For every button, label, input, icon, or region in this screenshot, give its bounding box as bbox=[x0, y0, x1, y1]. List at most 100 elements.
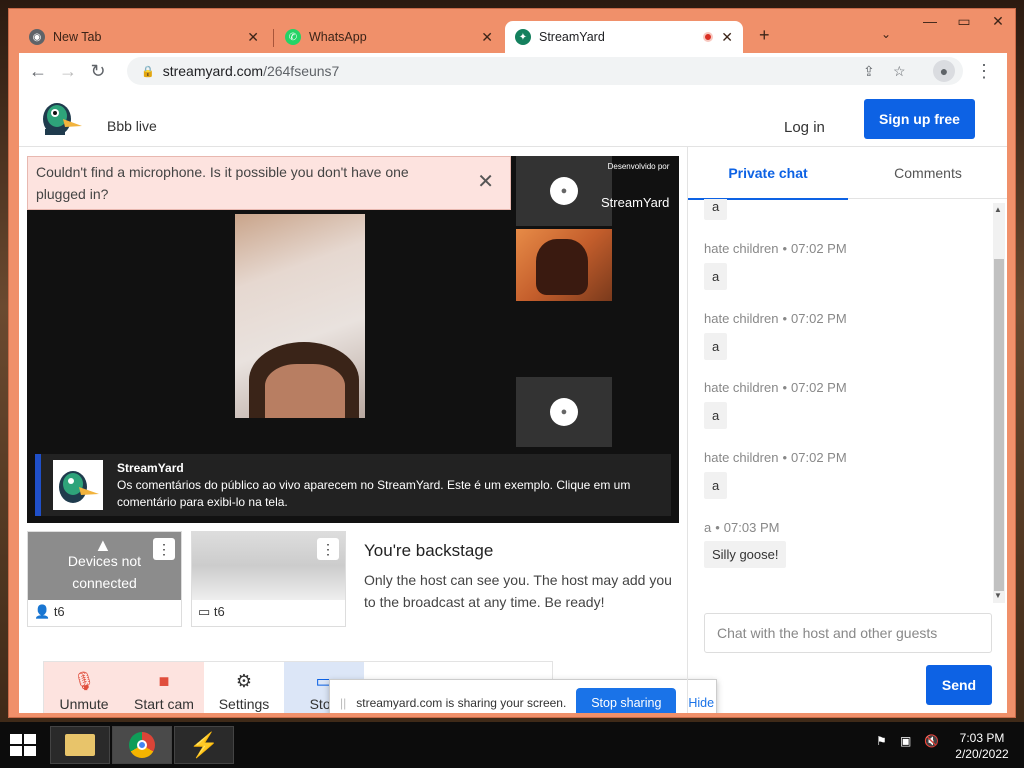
volume-muted-icon[interactable]: 🔇 bbox=[924, 734, 939, 748]
taskbar: ⚡ ⚑ ▣ 🔇 7:03 PM 2/20/2022 bbox=[0, 722, 1024, 768]
gear-icon: ⚙ bbox=[235, 670, 253, 691]
streamyard-logo bbox=[43, 103, 82, 135]
bull-video bbox=[516, 229, 612, 301]
chat-scrollbar[interactable]: ▲ ▼ bbox=[993, 203, 1005, 603]
brand-name: StreamYard bbox=[601, 195, 670, 210]
chat-meta: hate children • 07:02 PM bbox=[704, 450, 847, 465]
stop-sharing-button[interactable]: Stop sharing bbox=[576, 688, 677, 713]
chat-meta: hate children • 07:02 PM bbox=[704, 380, 847, 395]
signup-button[interactable]: Sign up free bbox=[864, 99, 975, 139]
close-tab-icon[interactable]: ✕ bbox=[247, 29, 259, 46]
streamyard-logo bbox=[53, 460, 103, 510]
new-tab-button[interactable]: + bbox=[759, 25, 770, 46]
chat-bubble: a bbox=[704, 263, 728, 290]
clock-time: 7:03 PM bbox=[959, 731, 1005, 745]
browser-window: ◉ New Tab ✕ ✆ WhatsApp ✕ ✦ StreamYard ✕ … bbox=[8, 8, 1016, 718]
chat-bubble: Silly goose! bbox=[704, 541, 787, 568]
back-icon[interactable]: ← bbox=[23, 61, 53, 82]
network-icon[interactable]: ▣ bbox=[900, 734, 911, 748]
screen-share-card[interactable]: ⋮ ▭ t6 bbox=[191, 531, 346, 627]
camera-off-icon: ■ bbox=[158, 670, 170, 691]
chat-input[interactable]: Chat with the host and other guests bbox=[704, 613, 992, 653]
powered-by-brand: Desenvolvido por StreamYard bbox=[601, 162, 669, 210]
tab-comments[interactable]: Comments bbox=[848, 165, 1007, 181]
tab-title: WhatsApp bbox=[309, 30, 367, 44]
chat-panel: Private chat Comments a hate children • 07… bbox=[687, 147, 1007, 713]
chat-meta: hate children • 07:02 PM bbox=[704, 311, 847, 326]
backstage-title: You're backstage bbox=[364, 541, 494, 560]
maximize-button[interactable]: ▭ bbox=[947, 13, 981, 30]
error-message: Couldn't find a microphone. Is it possib… bbox=[36, 164, 409, 202]
chat-bubble: a bbox=[704, 333, 728, 360]
tab-whatsapp[interactable]: ✆ WhatsApp ✕ bbox=[275, 21, 503, 53]
tab-private-chat[interactable]: Private chat bbox=[688, 165, 848, 200]
chat-bubble: a bbox=[704, 472, 728, 499]
tab-strip: ◉ New Tab ✕ ✆ WhatsApp ✕ ✦ StreamYard ✕ … bbox=[9, 9, 1017, 55]
avatar-icon: ● bbox=[550, 398, 578, 426]
tab-title: New Tab bbox=[53, 30, 102, 44]
person-icon: 👤 bbox=[34, 604, 51, 619]
url-path: /264fseuns7 bbox=[263, 63, 340, 79]
reload-icon[interactable]: ↻ bbox=[83, 61, 113, 82]
monitor-icon: ▭ bbox=[198, 604, 211, 619]
close-tab-icon[interactable]: ✕ bbox=[481, 29, 493, 46]
settings-button[interactable]: ⚙ Settings bbox=[204, 662, 284, 713]
chrome-taskbar-icon[interactable] bbox=[112, 726, 172, 764]
share-icon[interactable]: ⇪ bbox=[863, 63, 875, 80]
flag-icon[interactable]: ⚑ bbox=[876, 734, 887, 748]
chat-meta: hate children • 07:02 PM bbox=[704, 241, 847, 256]
participant-card[interactable]: ▲ Devices not connected ⋮ 👤 t6 bbox=[27, 531, 182, 627]
tab-search-icon[interactable]: ⌄ bbox=[881, 27, 891, 41]
profile-icon[interactable]: ● bbox=[933, 60, 955, 82]
bookmark-star-icon[interactable]: ☆ bbox=[893, 63, 906, 80]
scroll-up-icon[interactable]: ▲ bbox=[994, 205, 1002, 214]
start-cam-button[interactable]: ■ Start cam bbox=[124, 662, 204, 713]
screen-share-bar: || streamyard.com is sharing your screen… bbox=[329, 679, 717, 713]
mic-error-alert: Couldn't find a microphone. Is it possib… bbox=[27, 156, 511, 210]
participant-name: ▭ t6 bbox=[198, 604, 225, 619]
streamyard-duck-icon: ✦ bbox=[515, 29, 531, 45]
share-message: streamyard.com is sharing your screen. bbox=[356, 696, 567, 710]
broadcast-stage: ● ● Desenvolvido por StreamYard StreamYa… bbox=[27, 156, 679, 523]
file-explorer-icon[interactable] bbox=[50, 726, 110, 764]
app-lightning-icon[interactable]: ⚡ bbox=[174, 726, 234, 764]
clock[interactable]: 7:03 PM 2/20/2022 bbox=[948, 730, 1016, 762]
banner-title: StreamYard bbox=[117, 461, 184, 475]
mic-off-icon: 🎙 bbox=[72, 670, 96, 691]
clock-date: 2/20/2022 bbox=[955, 747, 1009, 761]
participant-menu-icon[interactable]: ⋮ bbox=[317, 538, 339, 560]
minimize-button[interactable]: — bbox=[913, 13, 947, 29]
close-tab-icon[interactable]: ✕ bbox=[721, 29, 733, 46]
send-button[interactable]: Send bbox=[926, 665, 992, 705]
browser-toolbar: ← → ↻ 🔒 streamyard.com/264fseuns7 ⇪ ☆ ● … bbox=[19, 53, 1007, 89]
participant-menu-icon[interactable]: ⋮ bbox=[153, 538, 175, 560]
menu-kebab-icon[interactable]: ⋮ bbox=[969, 61, 999, 82]
empty-slot: ● bbox=[516, 377, 612, 447]
scroll-down-icon[interactable]: ▼ bbox=[994, 591, 1002, 600]
windows-start-icon[interactable] bbox=[10, 734, 38, 758]
tab-separator bbox=[273, 29, 274, 47]
chat-bubble: a bbox=[704, 199, 728, 220]
comment-banner[interactable]: StreamYard Os comentários do público ao … bbox=[35, 454, 671, 516]
participant-name: 👤 t6 bbox=[34, 604, 65, 619]
brand-small-text: Desenvolvido por bbox=[607, 162, 670, 171]
banner-text: Os comentários do público ao vivo aparec… bbox=[117, 478, 631, 509]
close-icon[interactable]: ✕ bbox=[477, 171, 494, 193]
close-window-button[interactable]: ✕ bbox=[981, 13, 1015, 30]
unmute-button[interactable]: 🎙 Unmute bbox=[44, 662, 124, 713]
tab-new-tab[interactable]: ◉ New Tab ✕ bbox=[19, 21, 269, 53]
forward-icon[interactable]: → bbox=[53, 61, 83, 82]
drag-handle[interactable]: || bbox=[340, 696, 346, 710]
backstage-info: You're backstage Only the host can see y… bbox=[364, 541, 674, 613]
login-link[interactable]: Log in bbox=[784, 119, 825, 136]
recording-icon bbox=[703, 32, 713, 42]
url-domain: streamyard.com bbox=[162, 63, 264, 79]
tab-streamyard[interactable]: ✦ StreamYard ✕ bbox=[505, 21, 743, 53]
address-bar[interactable]: 🔒 streamyard.com/264fseuns7 ⇪ ☆ ● bbox=[127, 57, 963, 85]
studio-name: Bbb live bbox=[107, 118, 157, 134]
scroll-thumb[interactable] bbox=[994, 259, 1004, 591]
tab-title: StreamYard bbox=[539, 30, 605, 44]
chat-bubble: a bbox=[704, 402, 728, 429]
site-header: Bbb live Log in Sign up free bbox=[19, 89, 1007, 147]
streamyard-page: Bbb live Log in Sign up free ● ● Desenvo… bbox=[19, 89, 1007, 713]
